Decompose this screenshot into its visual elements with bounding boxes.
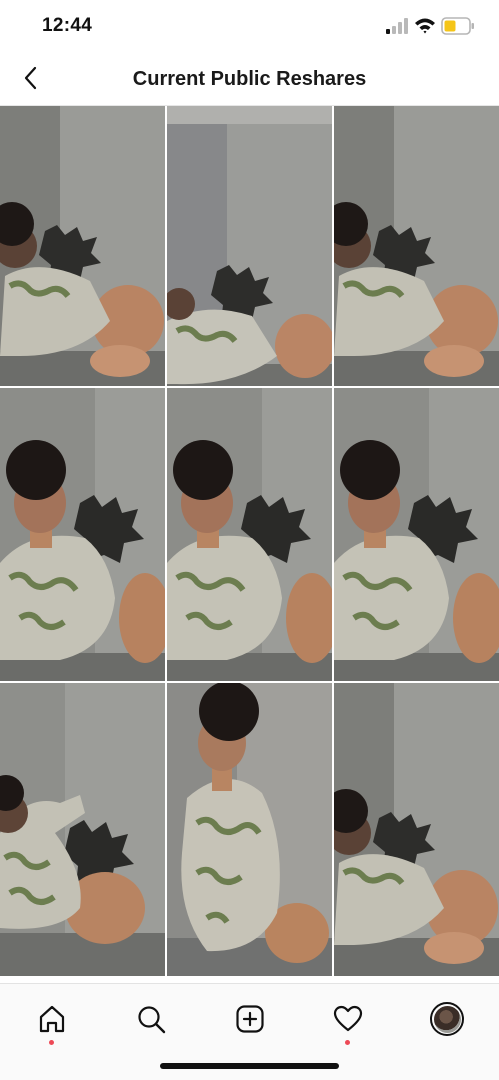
grid-tile[interactable] xyxy=(334,683,499,976)
page-title: Current Public Reshares xyxy=(132,68,367,90)
photo-thumbnail xyxy=(167,388,332,681)
status-bar: 12:44 xyxy=(0,0,499,52)
tab-search[interactable] xyxy=(126,994,176,1044)
notification-dot xyxy=(345,1040,350,1045)
signal-icon xyxy=(386,18,408,34)
photo-thumbnail xyxy=(334,683,499,976)
home-icon xyxy=(39,1005,65,1033)
avatar-image xyxy=(433,1005,461,1033)
tab-activity[interactable] xyxy=(323,994,373,1045)
photo-thumbnail xyxy=(167,106,332,386)
grid-tile[interactable] xyxy=(0,106,165,386)
plus-square-icon xyxy=(236,1005,264,1033)
heart-icon xyxy=(333,1005,363,1032)
grid-tile[interactable] xyxy=(334,106,499,386)
status-time: 12:44 xyxy=(42,15,93,36)
grid-tile[interactable] xyxy=(167,106,332,386)
home-indicator xyxy=(160,1063,339,1069)
grid-tile[interactable] xyxy=(167,388,332,681)
reshares-grid xyxy=(0,106,499,982)
tab-home[interactable] xyxy=(27,994,77,1045)
grid-tile[interactable] xyxy=(0,683,165,976)
battery-icon xyxy=(441,17,474,35)
photo-thumbnail xyxy=(334,388,499,681)
search-icon xyxy=(138,1006,166,1034)
wifi-icon xyxy=(415,18,435,34)
photo-thumbnail xyxy=(0,388,165,681)
photo-thumbnail xyxy=(0,683,165,976)
tab-profile[interactable] xyxy=(422,994,472,1044)
grid-tile[interactable] xyxy=(167,683,332,976)
grid-tile[interactable] xyxy=(334,388,499,681)
nav-header: Current Public Reshares xyxy=(0,52,499,106)
photo-thumbnail xyxy=(167,683,332,976)
grid-tile[interactable] xyxy=(0,388,165,681)
tab-create[interactable] xyxy=(225,994,275,1044)
avatar xyxy=(430,1002,464,1036)
photo-thumbnail xyxy=(0,106,165,386)
notification-dot xyxy=(49,1040,54,1045)
photo-thumbnail xyxy=(334,106,499,386)
